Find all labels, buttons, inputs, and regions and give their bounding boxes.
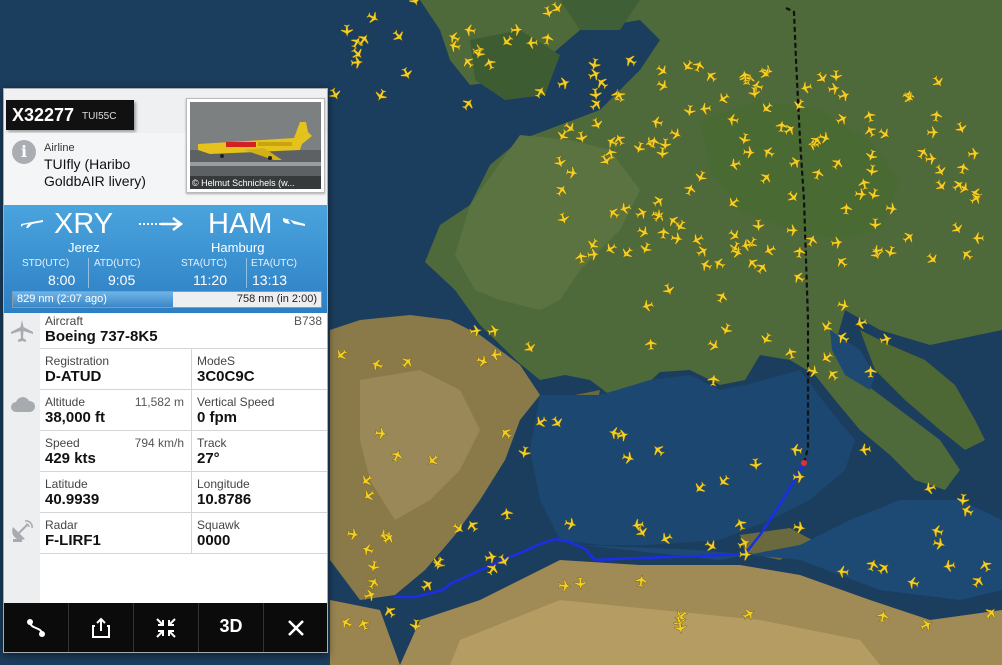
- eta-value: 13:13: [252, 272, 288, 288]
- std-value: 8:00: [48, 272, 76, 288]
- close-icon: [288, 620, 304, 636]
- squawk-label: Squawk: [197, 518, 240, 532]
- eta-label: ETA(UTC): [251, 258, 297, 269]
- modes-value: 3C0C9C: [197, 368, 255, 385]
- longitude-value: 10.8786: [197, 491, 252, 508]
- distance-remaining: 758 nm (in 2:00): [236, 293, 317, 305]
- origin-code: XRY: [54, 208, 114, 240]
- close-button[interactable]: [264, 603, 327, 652]
- callsign-badge: X32277 TUI55C: [6, 100, 134, 130]
- aircraft-code: B738: [293, 314, 322, 328]
- track-value: 27°: [197, 450, 220, 467]
- position-row: Latitude 40.9939 Longitude 10.8786: [40, 472, 327, 513]
- registration-value: D-ATUD: [45, 368, 102, 385]
- altitude-row: Altitude 38,000 ft 11,582 m Vertical Speed…: [40, 390, 327, 431]
- destination-code: HAM: [208, 208, 273, 240]
- flight-code: TUI55C: [82, 111, 117, 122]
- flight-progress-bar: 829 nm (2:07 ago) 758 nm (in 2:00): [12, 291, 322, 308]
- radar-icon: [12, 520, 33, 542]
- latitude-label: Latitude: [45, 477, 88, 491]
- departure-plane-icon: [21, 220, 43, 228]
- vertical-speed-value: 0 fpm: [197, 409, 238, 426]
- flight-info-panel: X32277 TUI55C i Airline TUIfly (Haribo G…: [3, 88, 328, 653]
- photo-credit: © Helmut Schnichels (w...: [192, 178, 295, 188]
- atd-value: 9:05: [108, 272, 136, 288]
- sta-label: STA(UTC): [181, 258, 227, 269]
- registration-label: Registration: [45, 354, 110, 368]
- radar-label: Radar: [45, 518, 78, 532]
- altitude-metric: 11,582 m: [134, 395, 184, 409]
- std-label: STD(UTC): [22, 258, 70, 269]
- atd-label: ATD(UTC): [94, 258, 141, 269]
- squawk-value: 0000: [197, 532, 231, 549]
- 3d-view-button[interactable]: 3D: [199, 603, 264, 652]
- details-icon-column: [4, 313, 40, 603]
- cloud-icon: [11, 397, 36, 412]
- track-label: Track: [197, 436, 227, 450]
- aircraft-photo-image: © Helmut Schnichels (w...: [190, 102, 321, 189]
- aircraft-photo[interactable]: © Helmut Schnichels (w...: [186, 98, 325, 193]
- callsign: X32277: [12, 105, 75, 125]
- info-icon[interactable]: i: [12, 140, 36, 164]
- aircraft-row: Aircraft Boeing 737-8K5 B738: [40, 313, 327, 349]
- route-icon: [27, 619, 45, 637]
- aircraft-label: Aircraft: [45, 314, 84, 328]
- aircraft-value: Boeing 737-8K5: [45, 328, 158, 345]
- sta-value: 11:20: [193, 272, 227, 288]
- route-arrow-icon: [139, 217, 184, 231]
- radar-value: F-LIRF1: [45, 532, 101, 549]
- vertical-speed-label: Vertical Speed: [197, 395, 275, 409]
- distance-flown: 829 nm (2:07 ago): [17, 293, 107, 305]
- aircraft-icon: [11, 320, 33, 342]
- route-header: XRY Jerez HAM Hamburg STD(UTC) 8:00 ATD(…: [4, 205, 327, 313]
- share-icon: [92, 617, 110, 638]
- airline-label: Airline: [44, 142, 75, 154]
- radar-row: Radar F-LIRF1 Squawk 0000: [40, 513, 327, 554]
- altitude-value: 38,000 ft: [45, 409, 106, 426]
- latitude-value: 40.9939: [45, 491, 100, 508]
- collapse-icon: [156, 618, 176, 638]
- 3d-label: 3D: [219, 616, 243, 636]
- altitude-label: Altitude: [45, 395, 86, 409]
- airline-name: TUIfly (Haribo GoldbAIR livery): [44, 156, 146, 189]
- destination-city: Hamburg: [211, 240, 265, 255]
- origin-city: Jerez: [68, 240, 100, 255]
- modes-label: ModeS: [197, 354, 236, 368]
- collapse-button[interactable]: [134, 603, 199, 652]
- speed-metric: 794 km/h: [134, 436, 184, 450]
- longitude-label: Longitude: [197, 477, 250, 491]
- speed-value: 429 kts: [45, 450, 96, 467]
- speed-row: Speed 429 kts 794 km/h Track 27°: [40, 431, 327, 472]
- speed-label: Speed: [45, 436, 80, 450]
- share-button[interactable]: [69, 603, 134, 652]
- flight-details: Aircraft Boeing 737-8K5 B738 Registratio…: [4, 313, 327, 603]
- panel-toolbar: 3D: [4, 603, 327, 652]
- route-button[interactable]: [4, 603, 69, 652]
- registration-row: Registration D-ATUD ModeS 3C0C9C: [40, 349, 327, 390]
- arrival-plane-icon: [283, 218, 305, 226]
